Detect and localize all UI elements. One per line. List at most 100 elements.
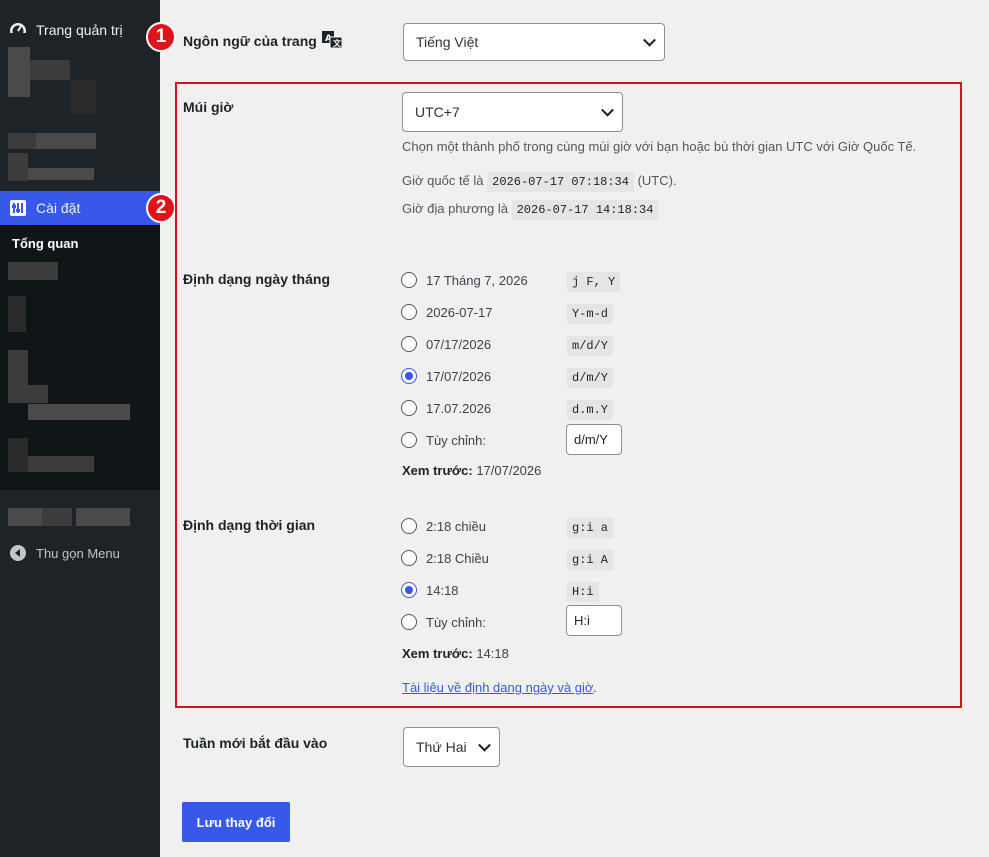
week-start-label: Tuần mới bắt đầu vào xyxy=(183,735,328,751)
date-format-code: d.m.Y xyxy=(567,400,614,420)
blurred-menu-item xyxy=(28,168,94,180)
time-format-code: H:i xyxy=(567,582,599,602)
custom-date-format-input[interactable]: d/m/Y xyxy=(566,424,622,455)
collapse-menu-button[interactable]: Thu gọn Menu xyxy=(0,536,160,570)
settings-sliders-icon xyxy=(9,199,27,217)
time-format-option[interactable]: 2:18 chiều xyxy=(401,516,486,536)
radio-button[interactable] xyxy=(401,518,417,534)
admin-sidebar: Trang quản trị Cài đặt Tổng quan Thu gọn… xyxy=(0,0,160,857)
date-option-label: 07/17/2026 xyxy=(426,336,492,352)
blurred-submenu-item xyxy=(28,456,94,472)
blurred-menu-item xyxy=(42,508,72,526)
preview-value: 17/07/2026 xyxy=(476,463,542,478)
collapse-arrow-icon xyxy=(9,544,27,562)
utc-suffix: (UTC). xyxy=(637,173,677,188)
annotation-badge-1: 1 xyxy=(146,22,176,52)
date-format-option[interactable]: 07/17/2026 xyxy=(401,334,491,354)
time-format-custom-option[interactable]: Tùy chỉnh: xyxy=(401,612,486,632)
time-format-label: Định dạng thời gian xyxy=(183,517,316,533)
timezone-description: Chọn một thành phố trong cùng múi giờ vớ… xyxy=(402,139,917,154)
link-period: . xyxy=(593,680,597,695)
custom-label: Tùy chỉnh: xyxy=(426,614,486,630)
blurred-submenu-item xyxy=(8,438,28,472)
date-format-option[interactable]: 17 Tháng 7, 2026 xyxy=(401,270,528,290)
blurred-menu-item xyxy=(36,133,96,149)
radio-button[interactable] xyxy=(401,304,417,320)
date-format-code: d/m/Y xyxy=(567,368,614,388)
sidebar-item-settings[interactable]: Cài đặt xyxy=(0,191,160,225)
blurred-menu-item xyxy=(8,508,42,526)
local-time-value: 2026-07-17 14:18:34 xyxy=(511,200,659,220)
annotation-badge-2: 2 xyxy=(146,193,176,223)
time-option-label: 2:18 Chiều xyxy=(426,550,489,566)
week-start-select[interactable]: Thứ Hai xyxy=(403,727,500,767)
time-option-label: 2:18 chiều xyxy=(426,518,486,534)
blurred-menu-item xyxy=(30,60,70,80)
date-format-code: j F, Y xyxy=(567,272,621,292)
sidebar-item-dashboard[interactable]: Trang quản trị xyxy=(0,13,160,47)
date-time-docs-link[interactable]: Tài liệu về định dạng ngày và giờ xyxy=(402,680,593,695)
blurred-menu-item xyxy=(8,47,30,97)
time-option-label: 14:18 xyxy=(426,582,459,598)
date-option-label: 17.07.2026 xyxy=(426,400,492,416)
date-preview: Xem trước: 17/07/2026 xyxy=(402,463,541,478)
language-field: Ngôn ngữ của trang A文 xyxy=(183,31,343,51)
date-option-label: 2026-07-17 xyxy=(426,304,493,320)
preview-label: Xem trước: xyxy=(402,463,473,478)
local-time-line: Giờ địa phương là 2026-07-17 14:18:34 xyxy=(402,200,659,220)
sidebar-item-label: Thu gọn Menu xyxy=(36,545,120,561)
blurred-menu-item xyxy=(8,153,28,181)
date-format-option[interactable]: 17/07/2026 xyxy=(401,366,491,386)
time-preview: Xem trước: 14:18 xyxy=(402,646,509,661)
custom-time-format-input[interactable]: H:i xyxy=(566,605,622,636)
save-button[interactable]: Lưu thay đổi xyxy=(182,802,290,842)
blurred-submenu-item xyxy=(28,404,130,420)
time-format-code: g:i a xyxy=(567,518,614,538)
translate-icon: A文 xyxy=(321,31,343,51)
date-format-label: Định dạng ngày tháng xyxy=(183,271,330,287)
blurred-submenu-item xyxy=(8,296,26,332)
svg-text:文: 文 xyxy=(333,38,342,48)
blurred-menu-item xyxy=(8,133,36,149)
chevron-down-icon xyxy=(643,33,656,47)
radio-button[interactable] xyxy=(401,432,417,448)
preview-label: Xem trước: xyxy=(402,646,473,661)
sidebar-item-label: Trang quản trị xyxy=(36,22,123,38)
week-start-select-value: Thứ Hai xyxy=(416,739,467,755)
radio-button-selected[interactable] xyxy=(401,582,417,598)
radio-button[interactable] xyxy=(401,400,417,416)
utc-prefix: Giờ quốc tế là xyxy=(402,173,484,188)
time-format-code: g:i A xyxy=(567,550,614,570)
preview-value: 14:18 xyxy=(476,646,509,661)
time-format-option[interactable]: 14:18 xyxy=(401,580,459,600)
radio-button[interactable] xyxy=(401,336,417,352)
blurred-menu-item xyxy=(76,508,130,526)
language-select[interactable]: Tiếng Việt xyxy=(403,23,665,61)
language-select-value: Tiếng Việt xyxy=(416,34,479,50)
timezone-label: Múi giờ xyxy=(183,99,234,115)
time-format-option[interactable]: 2:18 Chiều xyxy=(401,548,489,568)
blurred-menu-item xyxy=(70,80,96,114)
language-label: Ngôn ngữ của trang xyxy=(183,33,317,49)
sidebar-item-label: Cài đặt xyxy=(36,200,81,216)
radio-button[interactable] xyxy=(401,614,417,630)
timezone-select-value: UTC+7 xyxy=(415,104,460,120)
blurred-submenu-item xyxy=(8,262,58,280)
utc-time-line: Giờ quốc tế là 2026-07-17 07:18:34 (UTC)… xyxy=(402,172,677,192)
submenu-item-overview[interactable]: Tổng quan xyxy=(12,236,78,251)
timezone-select[interactable]: UTC+7 xyxy=(402,92,623,132)
utc-time-value: 2026-07-17 07:18:34 xyxy=(487,172,634,192)
date-format-option[interactable]: 17.07.2026 xyxy=(401,398,491,418)
chevron-down-icon xyxy=(601,103,614,117)
date-format-code: m/d/Y xyxy=(567,336,614,356)
date-format-custom-option[interactable]: Tùy chỉnh: xyxy=(401,430,486,450)
radio-button[interactable] xyxy=(401,550,417,566)
date-format-option[interactable]: 2026-07-17 xyxy=(401,302,493,322)
local-prefix: Giờ địa phương là xyxy=(402,201,508,216)
blurred-submenu-item xyxy=(8,385,48,403)
chevron-down-icon xyxy=(478,738,491,752)
radio-button-selected[interactable] xyxy=(401,368,417,384)
date-format-code: Y-m-d xyxy=(567,304,614,324)
radio-button[interactable] xyxy=(401,272,417,288)
date-option-label: 17 Tháng 7, 2026 xyxy=(426,272,528,288)
